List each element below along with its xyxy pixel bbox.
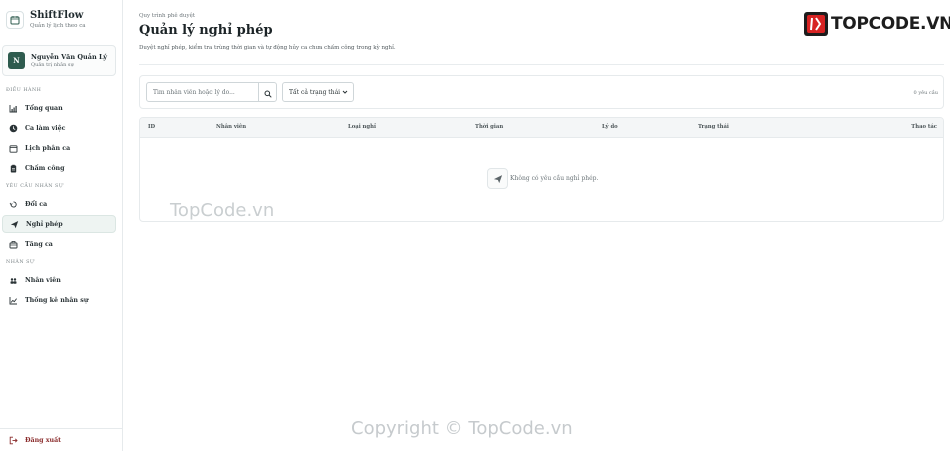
search-icon xyxy=(264,83,272,102)
sidebar-item-overtime[interactable]: Tăng ca xyxy=(2,235,116,253)
page-title: Quản lý nghỉ phép xyxy=(139,23,273,38)
column-header-actions[interactable]: Thao tác xyxy=(911,124,937,130)
column-header-time[interactable]: Thời gian xyxy=(475,124,503,130)
logout-icon xyxy=(8,435,18,445)
sidebar-item-label: Nghỉ phép xyxy=(26,220,63,228)
clipboard-icon xyxy=(8,163,18,173)
chart-icon xyxy=(8,103,18,113)
empty-state: Không có yêu cầu nghỉ phép. xyxy=(487,168,598,189)
calendar-icon xyxy=(8,143,18,153)
user-name: Nguyễn Văn Quản Lý xyxy=(31,52,108,61)
sidebar-item-label: Tổng quan xyxy=(25,104,63,112)
user-role: Quản trị nhân sự xyxy=(31,61,74,68)
column-header-employee[interactable]: Nhân viên xyxy=(216,124,246,130)
request-count: 0 yêu cầu xyxy=(913,90,938,96)
column-header-leave-type[interactable]: Loại nghỉ xyxy=(348,124,376,130)
topcode-logo-icon xyxy=(804,12,828,36)
swap-icon xyxy=(8,199,18,209)
sidebar-item-label: Nhân viên xyxy=(25,276,61,284)
column-header-id[interactable]: ID xyxy=(148,124,155,130)
sidebar: ShiftFlow Quản lý lịch theo ca N Nguyễn … xyxy=(0,0,123,451)
sidebar-item-label: Đổi ca xyxy=(25,200,48,208)
main-content: Quy trình phê duyệt Quản lý nghỉ phép Du… xyxy=(123,0,950,451)
brand-name: ShiftFlow xyxy=(30,10,84,21)
table-header: ID Nhân viên Loại nghỉ Thời gian Lý do T… xyxy=(140,118,943,138)
clock-icon xyxy=(8,123,18,133)
search-input[interactable] xyxy=(147,83,259,101)
sidebar-item-shifts[interactable]: Ca làm việc xyxy=(2,119,116,137)
section-label-hr-requests: YÊU CẦU NHÂN SỰ xyxy=(6,184,64,189)
column-header-status[interactable]: Trạng thái xyxy=(698,124,729,130)
brand[interactable]: ShiftFlow Quản lý lịch theo ca xyxy=(0,2,122,38)
users-icon xyxy=(8,275,18,285)
send-icon xyxy=(9,219,19,229)
sidebar-item-schedule[interactable]: Lịch phân ca xyxy=(2,139,116,157)
sidebar-item-attendance[interactable]: Chấm công xyxy=(2,159,116,177)
section-label-personnel: NHÂN SỰ xyxy=(6,260,35,265)
sidebar-item-label: Thống kê nhân sự xyxy=(25,296,89,304)
search-box xyxy=(146,82,277,102)
avatar: N xyxy=(8,52,25,69)
divider xyxy=(139,64,944,65)
send-icon xyxy=(487,168,508,189)
logout-button[interactable]: Đăng xuất xyxy=(0,428,123,451)
column-header-reason[interactable]: Lý do xyxy=(602,124,618,130)
status-filter-select[interactable]: Tất cả trạng thái xyxy=(282,82,354,102)
user-card[interactable]: N Nguyễn Văn Quản Lý Quản trị nhân sự xyxy=(2,45,116,76)
brand-subtitle: Quản lý lịch theo ca xyxy=(30,23,86,29)
chevron-down-icon xyxy=(342,89,348,97)
page-description: Duyệt nghỉ phép, kiểm tra trùng thời gia… xyxy=(139,45,396,51)
sidebar-item-overview[interactable]: Tổng quan xyxy=(2,99,116,117)
topcode-logo-text: TOPCODE.VN xyxy=(831,14,950,34)
status-filter-value: Tất cả trạng thái xyxy=(289,88,341,96)
search-button[interactable] xyxy=(258,83,276,101)
sidebar-item-shift-swap[interactable]: Đổi ca xyxy=(2,195,116,213)
watermark-text: TopCode.vn xyxy=(170,200,275,221)
sidebar-item-hr-stats[interactable]: Thống kê nhân sự xyxy=(2,291,116,309)
sidebar-item-label: Ca làm việc xyxy=(25,124,66,132)
copyright-watermark: Copyright © TopCode.vn xyxy=(351,418,573,439)
sidebar-item-employees[interactable]: Nhân viên xyxy=(2,271,116,289)
calendar-check-icon xyxy=(6,11,24,29)
sidebar-item-leave[interactable]: Nghỉ phép xyxy=(2,215,116,233)
filter-toolbar: Tất cả trạng thái 0 yêu cầu xyxy=(139,75,944,109)
empty-state-text: Không có yêu cầu nghỉ phép. xyxy=(510,175,599,182)
sidebar-item-label: Chấm công xyxy=(25,164,65,172)
section-label-operations: ĐIỀU HÀNH xyxy=(6,88,42,93)
topcode-logo: TOPCODE.VN xyxy=(803,11,950,37)
breadcrumb: Quy trình phê duyệt xyxy=(139,13,196,19)
sidebar-item-label: Tăng ca xyxy=(25,240,53,248)
line-chart-icon xyxy=(8,295,18,305)
sidebar-item-label: Lịch phân ca xyxy=(25,144,71,152)
overtime-icon xyxy=(8,239,18,249)
logout-label: Đăng xuất xyxy=(25,436,62,444)
